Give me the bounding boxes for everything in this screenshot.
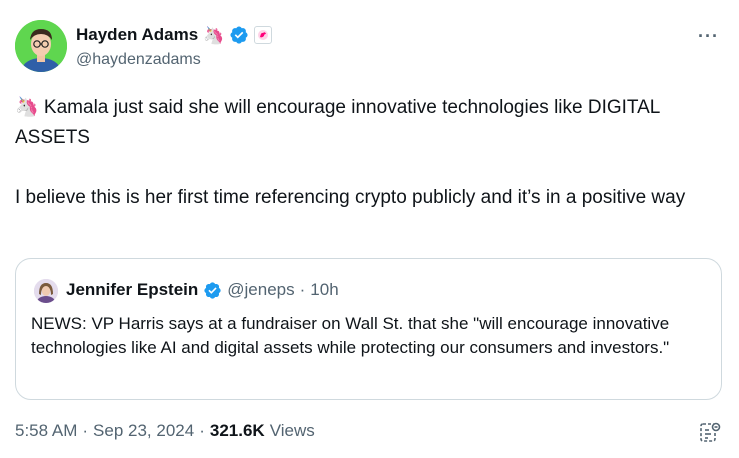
meta-separator-1: · [82,421,89,440]
author-display-name[interactable]: Hayden Adams [76,25,198,45]
tweet-time[interactable]: 5:58 AM [15,421,77,441]
tweet-date[interactable]: Sep 23, 2024 [93,421,194,441]
tweet-text-paragraph-1: 🦄 Kamala just said she will encourage in… [15,97,660,148]
quoted-tweet[interactable]: Jennifer Epstein @jeneps · 10h NEWS: VP … [15,258,722,400]
author-name-row: Hayden Adams 🦄 [76,25,273,45]
quoted-author-name[interactable]: Jennifer Epstein [66,280,198,300]
verified-badge-icon[interactable] [229,25,249,45]
author-handle[interactable]: @haydenzadams [76,51,201,69]
uniswap-affiliate-icon[interactable] [254,26,273,44]
quoted-verified-badge-icon[interactable] [203,281,222,300]
tweet: Hayden Adams 🦄 @haydenzadams ··· 🦄 Kamal… [0,0,739,458]
more-icon[interactable]: ··· [698,26,719,47]
quoted-author-row: Jennifer Epstein @jeneps · 10h [66,280,339,300]
quoted-separator: · [299,280,306,299]
quoted-timestamp[interactable]: 10h [310,280,338,300]
unicorn-emoji: 🦄 [203,25,225,45]
views-label: Views [269,421,315,440]
meta-separator-2: · [199,421,205,440]
tweet-text-paragraph-2: I believe this is her first time referen… [15,187,686,208]
quoted-author-handle[interactable]: @jeneps [227,280,294,300]
quoted-tweet-text: NEWS: VP Harris says at a fundraiser on … [31,314,670,357]
analytics-icon[interactable] [698,420,722,444]
author-avatar[interactable] [15,20,67,72]
quoted-author-avatar[interactable] [34,279,58,303]
views-count: 321.6K [209,421,265,440]
tweet-meta: 5:58 AM · Sep 23, 2024 · 321.6K Views [15,421,315,441]
